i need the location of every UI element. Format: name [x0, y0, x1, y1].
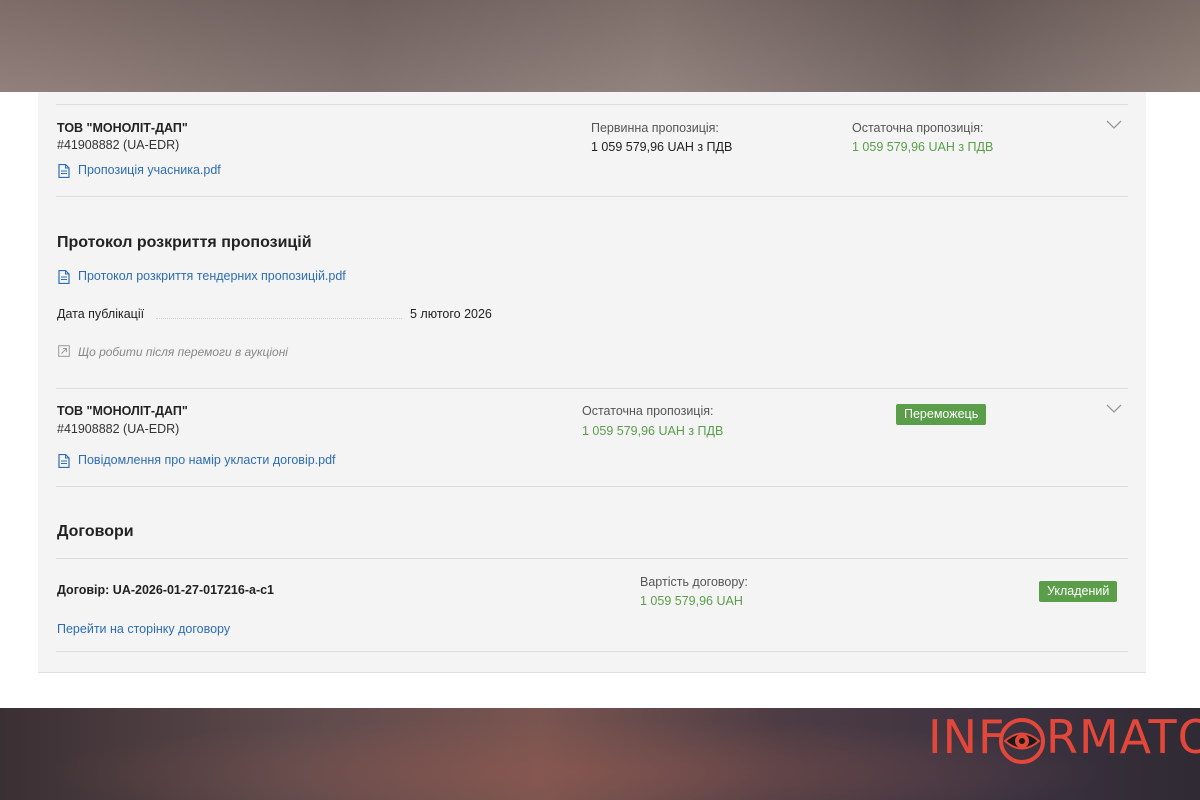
divider — [56, 558, 1128, 559]
logo-text-left: INF — [928, 710, 1006, 764]
bid-edr-code: #41908882 (UA-EDR) — [57, 138, 180, 152]
publication-date-value: 5 лютого 2026 — [410, 307, 492, 321]
external-link-icon — [58, 345, 70, 357]
contracts-section-title: Договори — [57, 523, 134, 540]
document-icon — [58, 454, 70, 468]
final-offer-label: Остаточна пропозиція: — [852, 121, 984, 135]
background-photo-top — [0, 0, 1200, 92]
contract-value: 1 059 579,96 UAH — [640, 594, 743, 608]
after-auction-help-link[interactable]: Що робити після перемоги в аукціоні — [78, 345, 288, 359]
logo-text-right: RMATOR — [1046, 710, 1200, 764]
divider — [56, 196, 1128, 197]
contract-status-badge: Укладений — [1039, 581, 1118, 602]
bid-company-name: ТОВ "МОНОЛІТ-ДАП" — [57, 121, 188, 135]
winner-final-offer-value: 1 059 579,96 UAH з ПДВ — [582, 424, 724, 438]
bid-proposal-file-link[interactable]: Пропозиція учасника.pdf — [78, 163, 221, 177]
winner-company-name: ТОВ "МОНОЛІТ-ДАП" — [57, 404, 188, 418]
intent-notice-file-link[interactable]: Повідомлення про намір укласти договір.p… — [78, 453, 336, 467]
chevron-down-icon[interactable] — [1106, 120, 1122, 130]
protocol-section-title: Протокол розкриття пропозицій — [57, 234, 312, 251]
initial-offer-label: Первинна пропозиція: — [591, 121, 719, 135]
protocol-file-link[interactable]: Протокол розкриття тендерних пропозицій.… — [78, 269, 346, 283]
document-icon — [58, 270, 70, 284]
informator-logo: INF RMATOR — [928, 708, 1200, 768]
initial-offer-value: 1 059 579,96 UAH з ПДВ — [591, 140, 733, 154]
divider — [56, 651, 1128, 652]
divider — [56, 104, 1128, 105]
winner-edr-code: #41908882 (UA-EDR) — [57, 422, 180, 436]
document-icon — [58, 164, 70, 178]
eye-icon — [999, 718, 1045, 764]
contract-value-label: Вартість договору: — [640, 575, 748, 589]
dotted-leader — [156, 318, 402, 319]
divider — [56, 388, 1128, 389]
final-offer-value: 1 059 579,96 UAH з ПДВ — [852, 140, 994, 154]
contract-id: Договір: UA-2026-01-27-017216-a-c1 — [57, 583, 275, 597]
tender-panel: ТОВ "МОНОЛІТ-ДАП" #41908882 (UA-EDR) Про… — [38, 92, 1146, 673]
divider — [56, 486, 1128, 487]
winner-final-offer-label: Остаточна пропозиція: — [582, 404, 714, 418]
publication-date-label: Дата публікації — [57, 307, 145, 321]
winner-badge: Переможець — [896, 404, 987, 425]
chevron-down-icon[interactable] — [1106, 404, 1122, 414]
go-to-contract-link[interactable]: Перейти на сторінку договору — [57, 622, 230, 636]
